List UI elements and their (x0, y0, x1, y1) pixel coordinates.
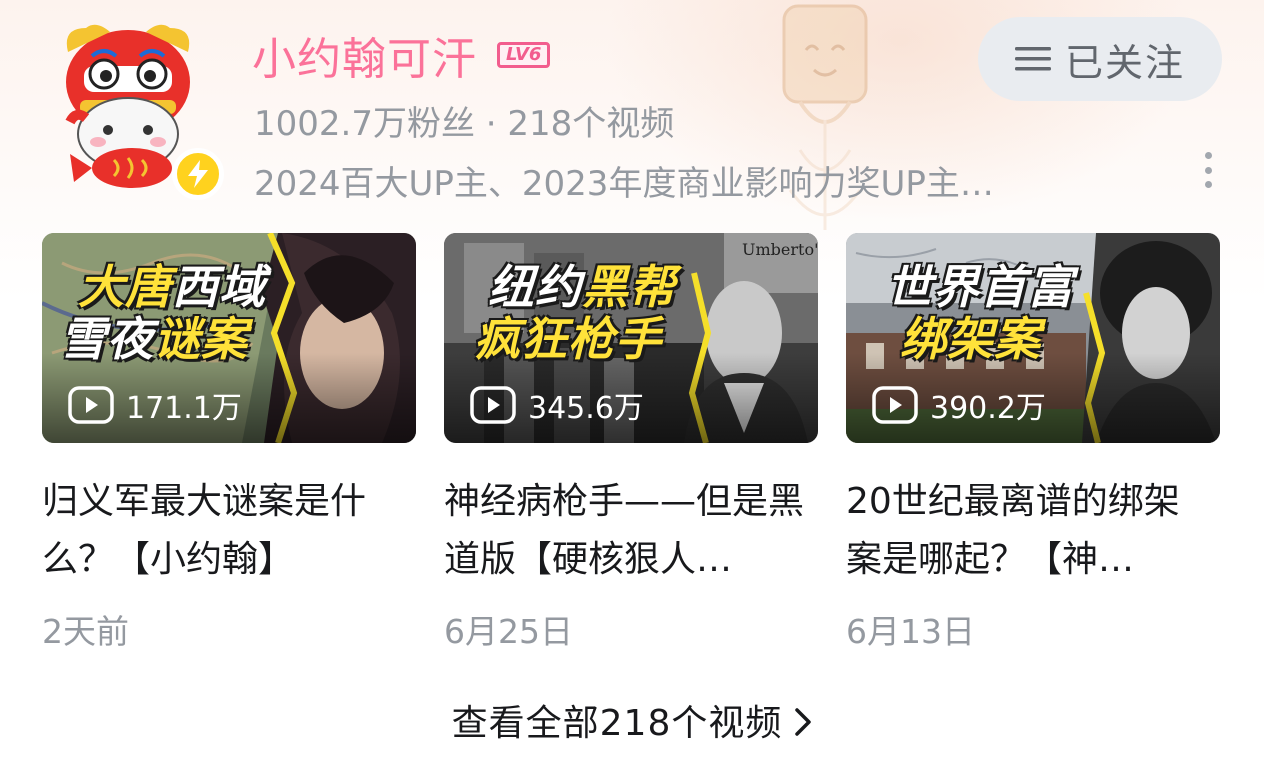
follow-button[interactable]: 已关注 (978, 17, 1222, 101)
svg-text:Umberto's: Umberto's (742, 240, 818, 259)
video-thumbnail[interactable]: 大唐西域 雪夜谜案 171.1万 (42, 233, 416, 443)
thumbnail-title-line1: 纽约黑帮 (488, 261, 676, 313)
video-title[interactable]: 归义军最大谜案是什么？【小约翰】 (42, 473, 410, 589)
thumbnail-title-text: 纽约 (488, 260, 582, 314)
chevron-right-icon (795, 708, 812, 736)
thumbnail-title-text: 谜案 (154, 312, 248, 366)
view-count-text: 171.1万 (126, 391, 242, 426)
follow-button-label: 已关注 (1064, 40, 1185, 85)
thumbnail-title-text: 世界首富 (886, 260, 1074, 314)
tv-mascot-decoration (782, 4, 868, 230)
play-count-icon (68, 386, 114, 424)
video-card[interactable]: 大唐西域 雪夜谜案 171.1万 归义军最大谜案是什么？【小约翰】 2天前 (42, 233, 416, 653)
thumbnail-title-text: 西域 (172, 260, 266, 314)
more-dot-icon (1204, 166, 1212, 174)
video-date: 2天前 (42, 612, 129, 651)
thumbnail-title-text: 雪夜 (60, 312, 154, 366)
view-count: 390.2万 (872, 383, 1046, 427)
view-count-text: 390.2万 (930, 391, 1046, 426)
view-count-text: 345.6万 (528, 391, 644, 426)
channel-signature[interactable]: 2024百大UP主、2023年度商业影响力奖UP主… (254, 156, 1134, 205)
video-date: 6月13日 (846, 612, 975, 651)
video-thumbnail[interactable]: 世界首富 绑架案 390.2万 (846, 233, 1220, 443)
view-all-label: 查看全部218个视频 (451, 703, 783, 744)
video-card[interactable]: Umberto's 纽约黑帮 疯狂枪手 345.6万 神经病枪手——但是黑道版【… (444, 233, 818, 653)
thumbnail-title-text: 黑帮 (582, 260, 676, 314)
lightning-bolt-icon (172, 148, 224, 200)
thumbnail-title-text: 大唐 (78, 260, 172, 314)
play-count-icon (470, 386, 516, 424)
more-dot-icon (1204, 152, 1212, 159)
level-badge: LV6 (497, 42, 551, 68)
thumbnail-title-text: 绑架案 (900, 312, 1041, 366)
channel-name-row: 小约翰可汗 LV6 (252, 23, 551, 87)
video-card[interactable]: 世界首富 绑架案 390.2万 20世纪最离谱的绑架案是哪起？【神… 6月13日 (846, 233, 1220, 653)
view-all-videos-link[interactable]: 查看全部218个视频 (0, 690, 1264, 750)
channel-name[interactable]: 小约翰可汗 (252, 23, 477, 87)
thumbnail-title-line2: 疯狂枪手 (474, 313, 662, 365)
view-count: 345.6万 (470, 383, 644, 427)
menu-lines-icon (1014, 47, 1051, 71)
more-dot-icon (1204, 181, 1212, 188)
video-thumbnail[interactable]: Umberto's 纽约黑帮 疯狂枪手 345.6万 (444, 233, 818, 443)
thumbnail-title-line2: 雪夜谜案 (60, 313, 248, 365)
thumbnail-title-line2: 绑架案 (900, 313, 1041, 365)
channel-stats: 1002.7万粉丝 · 218个视频 (254, 104, 675, 144)
thumbnail-title-line1: 大唐西域 (78, 261, 266, 313)
thumbnail-title-text: 疯狂枪手 (474, 312, 662, 366)
view-count: 171.1万 (68, 383, 242, 427)
thumbnail-title-line1: 世界首富 (886, 261, 1074, 313)
video-title[interactable]: 20世纪最离谱的绑架案是哪起？【神… (846, 473, 1214, 589)
video-date: 6月25日 (444, 612, 573, 651)
more-options-button[interactable] (1196, 148, 1220, 192)
play-count-icon (872, 386, 918, 424)
video-title[interactable]: 神经病枪手——但是黑道版【硬核狠人… (444, 473, 812, 589)
